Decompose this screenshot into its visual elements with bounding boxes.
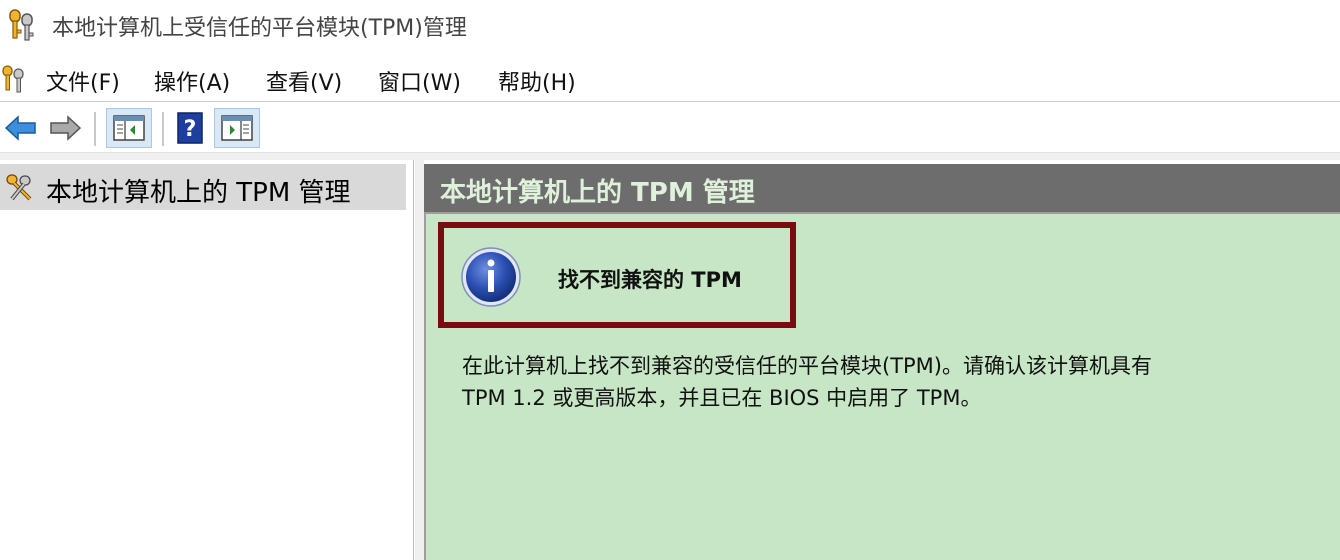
title-bar: 本地计算机上受信任的平台模块(TPM)管理 [0, 0, 1340, 52]
info-icon [461, 247, 521, 307]
menu-window[interactable]: 窗口(W) [378, 65, 461, 97]
tree-node-label: 本地计算机上的 TPM 管理 [46, 178, 351, 208]
back-arrow-icon [4, 115, 36, 141]
menu-file[interactable]: 文件(F) [46, 65, 120, 97]
show-hide-console-tree-icon [113, 115, 145, 141]
help-icon: ? [177, 112, 203, 144]
alert-description: 在此计算机上找不到兼容的受信任的平台模块(TPM)。请确认该计算机具有 TPM … [462, 350, 1152, 414]
keys-icon[interactable] [0, 64, 30, 94]
results-header: 本地计算机上的 TPM 管理 [424, 164, 1340, 212]
svg-text:?: ? [184, 117, 197, 142]
show-hide-action-pane-icon [221, 115, 253, 141]
toolbar: ? [0, 102, 1340, 152]
tpm-keys-icon [6, 174, 32, 201]
menu-view[interactable]: 查看(V) [266, 65, 342, 97]
forward-arrow-icon [50, 115, 82, 141]
forward-button[interactable] [46, 108, 84, 148]
menu-help[interactable]: 帮助(H) [498, 65, 576, 97]
description-line: 在此计算机上找不到兼容的受信任的平台模块(TPM)。请确认该计算机具有 [462, 354, 1152, 378]
toolbar-separator [94, 112, 96, 146]
description-line: TPM 1.2 或更高版本，并且已在 BIOS 中启用了 TPM。 [462, 386, 982, 410]
results-content: 找不到兼容的 TPM 在此计算机上找不到兼容的受信任的平台模块(TPM)。请确认… [424, 212, 1340, 560]
toolbar-bottom-edge [0, 152, 1340, 160]
menu-bar: 文件(F) 操作(A) 查看(V) 窗口(W) 帮助(H) [0, 56, 1340, 100]
keys-icon [9, 9, 34, 41]
results-pane: 本地计算机上的 TPM 管理 找不到兼容的 TPM 在此计算机上找不到兼容的受信… [424, 160, 1340, 560]
tpm-not-found-alert: 找不到兼容的 TPM [438, 222, 796, 328]
menu-action[interactable]: 操作(A) [154, 65, 230, 97]
pane-splitter[interactable] [415, 160, 424, 560]
help-button[interactable]: ? [172, 108, 208, 148]
console-tree-pane: 本地计算机上的 TPM 管理 [0, 160, 414, 560]
show-hide-action-pane-button[interactable] [214, 108, 260, 148]
tree-node-tpm-management[interactable]: 本地计算机上的 TPM 管理 [0, 164, 406, 210]
back-button[interactable] [2, 108, 40, 148]
alert-title: 找不到兼容的 TPM [558, 268, 742, 292]
window-title: 本地计算机上受信任的平台模块(TPM)管理 [52, 16, 467, 41]
toolbar-separator [162, 112, 164, 146]
results-header-title: 本地计算机上的 TPM 管理 [440, 178, 755, 208]
show-hide-console-tree-button[interactable] [106, 108, 152, 148]
